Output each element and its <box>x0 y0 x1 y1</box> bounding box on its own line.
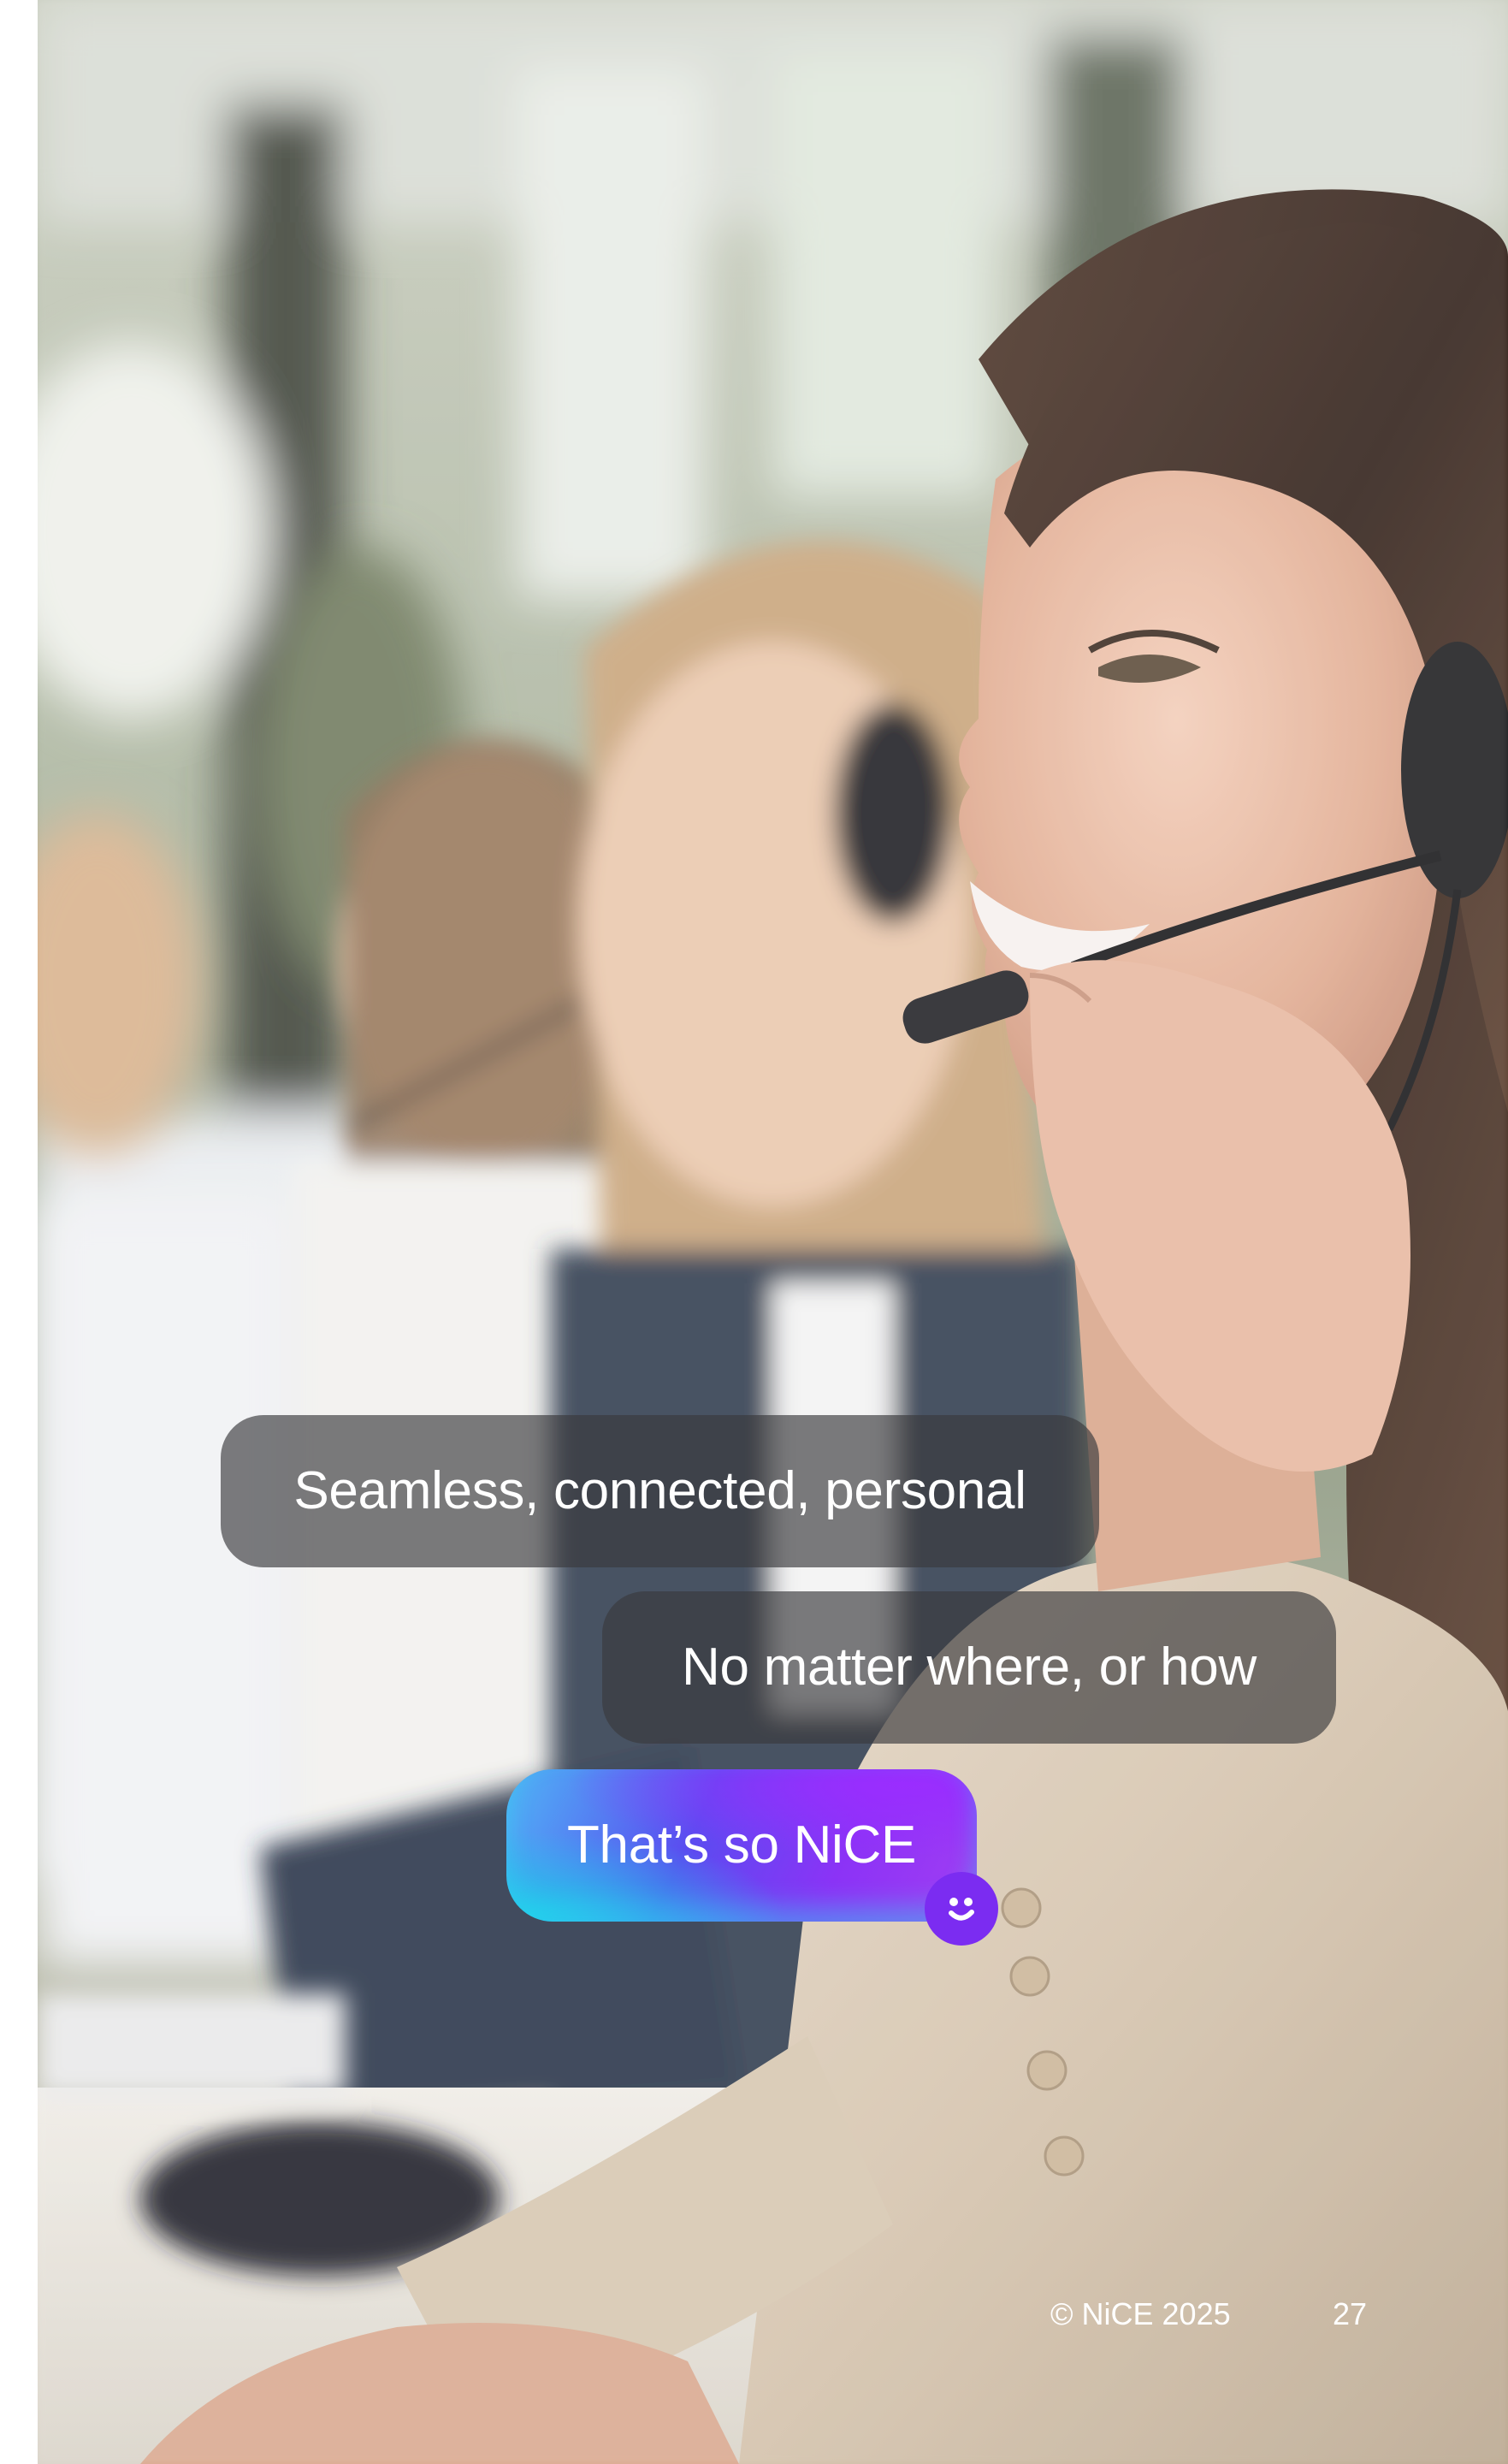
smile-icon <box>925 1872 998 1946</box>
chat-bubble-text: Seamless, connected, personal <box>293 1461 1026 1520</box>
chat-bubble-seamless: Seamless, connected, personal <box>221 1415 1099 1567</box>
page-number: 27 <box>1333 2296 1368 2331</box>
copyright-text: © NiCE 2025 <box>1050 2296 1231 2331</box>
chat-bubble-text: That’s so NiCE <box>566 1815 917 1875</box>
chat-bubble-no-matter: No matter where, or how <box>602 1591 1336 1744</box>
chat-bubble-text: No matter where, or how <box>682 1638 1257 1697</box>
chat-bubble-brand: That’s so NiCE <box>506 1769 977 1922</box>
page: Seamless, connected, personal No matter … <box>0 0 1508 2464</box>
contact-center-agents-photo <box>38 0 1508 2464</box>
